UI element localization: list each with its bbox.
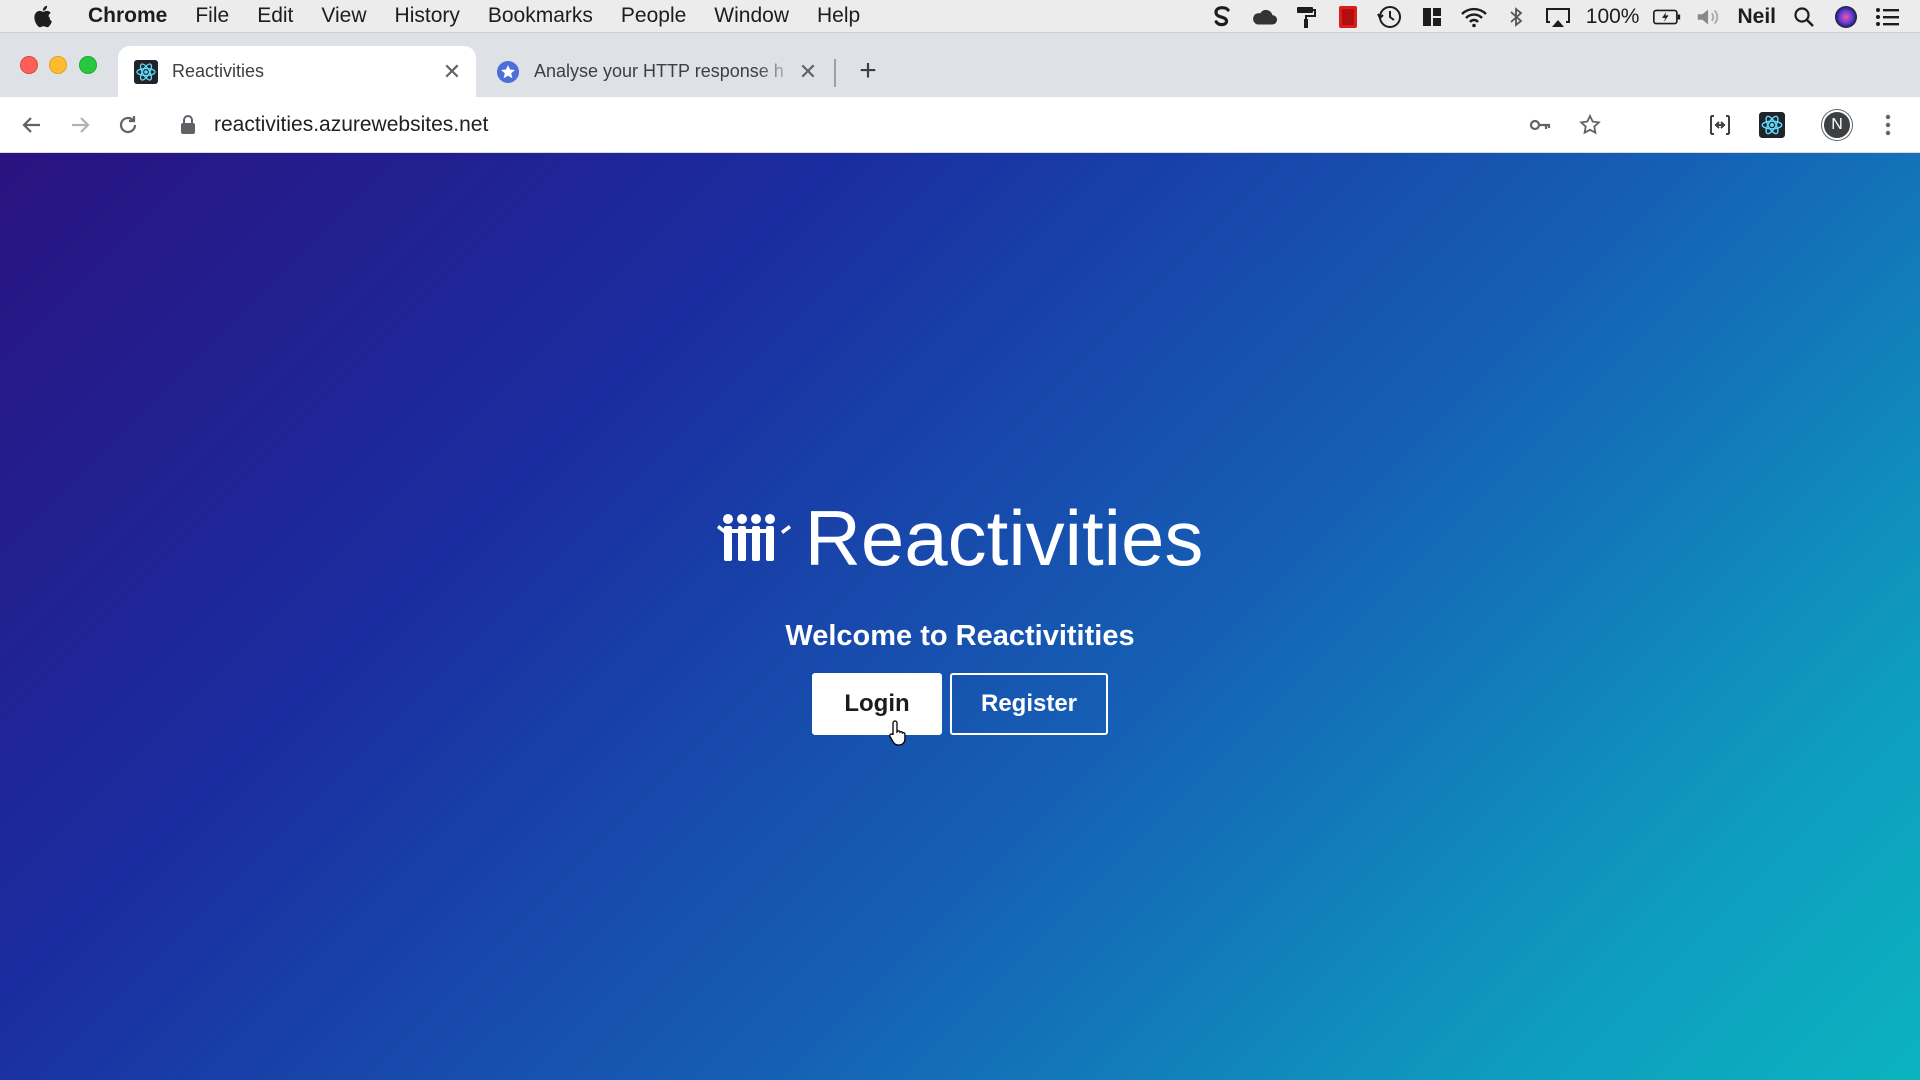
tab-close-icon[interactable]: ✕: [796, 59, 820, 84]
welcome-heading: Welcome to Reactivitities: [785, 620, 1135, 652]
volume-icon[interactable]: [1695, 5, 1723, 29]
tab-close-icon[interactable]: ✕: [440, 59, 464, 84]
toolbar-right-icons: [1524, 104, 1606, 146]
menu-window[interactable]: Window: [700, 0, 803, 33]
notification-center-icon[interactable]: [1874, 5, 1902, 29]
react-atom-icon: [134, 59, 158, 84]
forward-arrow-icon[interactable]: [62, 107, 98, 143]
auth-button-group: Login Register: [812, 673, 1108, 735]
tab-title: Analyse your HTTP response h: [534, 61, 784, 81]
bookmark-star-icon[interactable]: [1574, 109, 1606, 141]
brand-title: Reactivities: [804, 494, 1204, 582]
register-button[interactable]: Register: [950, 673, 1108, 735]
users-group-icon: [716, 509, 791, 569]
menu-app-chrome[interactable]: Chrome: [74, 0, 181, 33]
tab-title: Reactivities: [172, 61, 265, 81]
paint-roller-icon[interactable]: [1292, 5, 1320, 29]
user-name[interactable]: Neil: [1737, 5, 1776, 29]
hand-pointer-cursor-icon: [888, 719, 910, 747]
cloud-icon[interactable]: [1250, 5, 1278, 29]
window-zoom-button[interactable]: [79, 56, 97, 74]
battery-percentage: 100%: [1585, 4, 1640, 28]
profile-avatar-button[interactable]: N: [1822, 110, 1852, 140]
time-machine-icon[interactable]: [1376, 5, 1404, 29]
chrome-menu-kebab-icon[interactable]: [1872, 109, 1904, 141]
macos-menu-bar: Chrome File Edit View History Bookmarks …: [0, 0, 1920, 33]
address-bar[interactable]: reactivities.azurewebsites.net: [166, 104, 1606, 146]
menu-view[interactable]: View: [307, 0, 380, 33]
react-devtools-icon[interactable]: [1756, 109, 1788, 141]
wifi-icon[interactable]: [1460, 5, 1488, 29]
brand-header: Reactivities: [716, 493, 1204, 584]
menu-history[interactable]: History: [381, 0, 474, 33]
profile-initial: N: [1831, 116, 1843, 133]
hero-section: Reactivities Welcome to Reactivitities L…: [0, 493, 1920, 735]
new-tab-plus-icon[interactable]: +: [853, 54, 883, 87]
key-icon[interactable]: [1524, 109, 1556, 141]
menu-people[interactable]: People: [607, 0, 700, 33]
menu-file[interactable]: File: [181, 0, 243, 33]
window-minimize-button[interactable]: [49, 56, 67, 74]
status-tray: 100% Neil: [1208, 0, 1902, 33]
window-tiling-icon[interactable]: [1418, 5, 1446, 29]
extension-bracket-icon[interactable]: [1704, 109, 1736, 141]
siri-icon[interactable]: [1832, 5, 1860, 29]
menu-bookmarks[interactable]: Bookmarks: [474, 0, 607, 33]
menu-edit[interactable]: Edit: [243, 0, 307, 33]
bluetooth-icon[interactable]: [1502, 5, 1530, 29]
tab-analyse-http[interactable]: Analyse your HTTP response h ✕: [480, 46, 832, 97]
reload-icon[interactable]: [110, 107, 146, 143]
apple-menu-icon[interactable]: [30, 4, 54, 28]
record-indicator-icon[interactable]: [1334, 5, 1362, 29]
window-close-button[interactable]: [20, 56, 38, 74]
tab-separator: [834, 59, 836, 87]
page-viewport: Reactivities Welcome to Reactivitities L…: [0, 153, 1920, 1080]
airplay-icon[interactable]: [1544, 5, 1572, 29]
menu-help[interactable]: Help: [803, 0, 874, 33]
browser-tab-strip: Reactivities ✕ Analyse your HTTP respons…: [0, 33, 1920, 97]
url-text[interactable]: reactivities.azurewebsites.net: [214, 113, 488, 137]
star-badge-icon: [496, 60, 520, 84]
browser-toolbar: reactivities.azurewebsites.net N: [0, 97, 1920, 153]
spotlight-search-icon[interactable]: [1790, 5, 1818, 29]
back-arrow-icon[interactable]: [14, 107, 50, 143]
lock-icon[interactable]: [178, 114, 198, 136]
login-button[interactable]: Login: [812, 673, 942, 735]
sketch-s-icon[interactable]: [1208, 5, 1236, 29]
battery-icon[interactable]: [1653, 5, 1681, 29]
tab-reactivities[interactable]: Reactivities ✕: [118, 46, 476, 97]
